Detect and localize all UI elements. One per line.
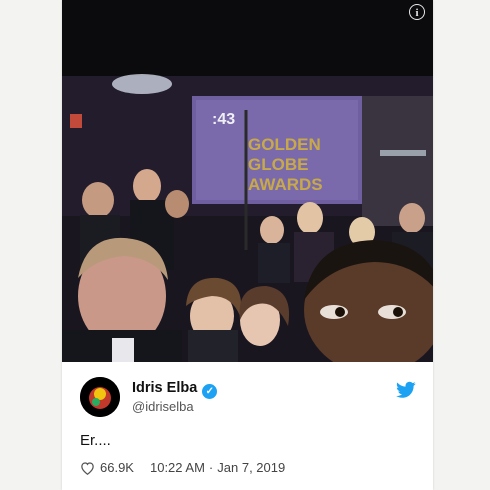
screen-timer: :43 bbox=[212, 111, 235, 128]
screen-title-line-1: GOLDEN bbox=[248, 135, 321, 154]
like-count[interactable]: 66.9K bbox=[100, 460, 134, 475]
tweet-photo[interactable]: :43 GOLDEN GLOBE AWARDS i bbox=[62, 0, 433, 362]
verified-badge-icon: ✓ bbox=[202, 384, 218, 399]
heart-icon[interactable] bbox=[80, 461, 95, 475]
avatar[interactable] bbox=[80, 377, 120, 417]
user-handle[interactable]: @idriselba bbox=[132, 399, 194, 414]
display-name[interactable]: Idris Elba ✓ bbox=[132, 380, 218, 399]
selfie-photo: :43 GOLDEN GLOBE AWARDS bbox=[62, 0, 433, 362]
tweet-date[interactable]: Jan 7, 2019 bbox=[217, 460, 285, 475]
tweet-meta: 66.9K 10:22 AM · Jan 7, 2019 bbox=[80, 460, 285, 475]
twitter-bird-icon[interactable] bbox=[396, 381, 416, 399]
info-icon[interactable]: i bbox=[409, 4, 425, 20]
tweet-time[interactable]: 10:22 AM bbox=[150, 460, 205, 475]
display-name-text: Idris Elba bbox=[132, 380, 198, 396]
screen-title-line-3: AWARDS bbox=[248, 175, 323, 194]
avatar-image bbox=[80, 377, 120, 417]
screen-title-line-2: GLOBE bbox=[248, 155, 308, 174]
tweet-header: Idris Elba ✓ @idriselba bbox=[80, 377, 420, 417]
tweet-text: Er.... bbox=[80, 432, 111, 449]
meta-separator: · bbox=[208, 460, 214, 475]
tweet-card: :43 GOLDEN GLOBE AWARDS i Idris Elba ✓ @… bbox=[62, 0, 433, 490]
